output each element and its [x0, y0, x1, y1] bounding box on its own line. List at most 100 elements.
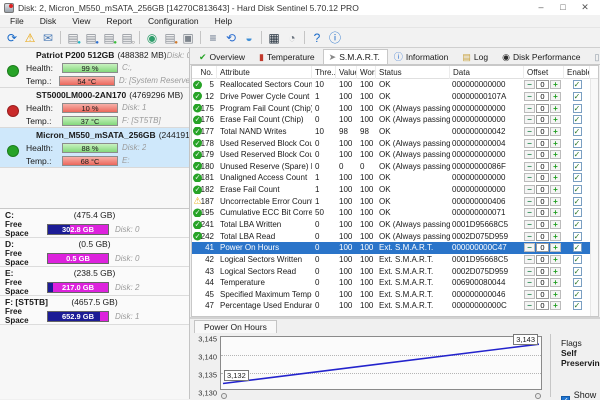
enable-checkbox[interactable] — [572, 115, 582, 125]
report-list-icon[interactable]: ≡ — [204, 29, 222, 46]
offset-decrease-button[interactable]: − — [524, 80, 535, 90]
tab[interactable]: ⓘ Information — [388, 49, 457, 64]
menu-item[interactable]: File — [2, 16, 32, 26]
offset-increase-button[interactable]: + — [550, 126, 561, 136]
enable-checkbox[interactable] — [572, 150, 582, 160]
table-row[interactable]: 180 Unused Reserve (Spare) NAND Bl... 0 … — [192, 160, 598, 172]
table-row[interactable]: 45 Specified Maximum Temperature 0 100 1… — [192, 289, 598, 301]
table-row[interactable]: 12 Drive Power Cycle Count 1 100 100 OK … — [192, 91, 598, 103]
menu-item[interactable]: Configuration — [140, 16, 207, 26]
menu-item[interactable]: Report — [99, 16, 141, 26]
tab[interactable]: ◉ Disk Performance — [496, 49, 588, 64]
minimize-button[interactable]: – — [530, 0, 552, 15]
offset-decrease-button[interactable]: − — [524, 289, 535, 299]
disk-list-item[interactable]: Patriot P200 512GB (488382 MB) Disk: 0 H… — [0, 48, 189, 88]
offset-increase-button[interactable]: + — [550, 115, 561, 125]
offset-increase-button[interactable]: + — [550, 161, 561, 171]
enable-checkbox[interactable] — [572, 80, 582, 90]
enable-checkbox[interactable] — [572, 126, 582, 136]
enable-checkbox[interactable] — [572, 231, 582, 241]
offset-increase-button[interactable]: + — [550, 138, 561, 148]
refresh-icon[interactable]: ⟳ — [3, 29, 21, 46]
offset-decrease-button[interactable]: − — [524, 208, 535, 218]
menu-item[interactable]: Disk — [32, 16, 65, 26]
table-row[interactable]: 5 Reallocated Sectors Count 10 100 100 O… — [192, 79, 598, 91]
table-row[interactable]: 44 Temperature 0 100 100 Ext. S.M.A.R.T.… — [192, 277, 598, 289]
offset-increase-button[interactable]: + — [550, 301, 561, 311]
tab[interactable]: ✔ Overview — [193, 49, 253, 64]
table-row[interactable]: 195 Cumulative ECC Bit Correction C... 5… — [192, 207, 598, 219]
printer-icon[interactable]: ▣ — [179, 29, 197, 46]
tab[interactable]: ▮ Temperature — [253, 49, 323, 64]
enable-checkbox[interactable] — [572, 278, 582, 288]
table-row[interactable]: 178 Used Reserved Block Count (Chip) 0 1… — [192, 137, 598, 149]
offset-decrease-button[interactable]: − — [524, 115, 535, 125]
disk-list-item[interactable]: Micron_M550_mSATA_256GB (244191 MB) Heal… — [0, 128, 189, 168]
table-row[interactable]: 181 Unaligned Access Count 1 100 100 OK … — [192, 172, 598, 184]
offset-increase-button[interactable]: + — [550, 173, 561, 183]
table-row[interactable]: 187 Uncorrectable Error Count 1 100 100 … — [192, 195, 598, 207]
table-row[interactable]: 42 Logical Sectors Written 0 100 100 Ext… — [192, 254, 598, 266]
message-test-icon[interactable]: ✉ — [39, 29, 57, 46]
table-row[interactable]: 242 Total LBA Read 0 100 100 OK (Always … — [192, 230, 598, 242]
network-share-icon[interactable]: ◒ — [240, 29, 258, 46]
offset-increase-button[interactable]: + — [550, 243, 561, 253]
menu-item[interactable]: Help — [207, 16, 240, 26]
offset-decrease-button[interactable]: − — [524, 126, 535, 136]
offset-increase-button[interactable]: + — [550, 196, 561, 206]
enable-checkbox[interactable] — [572, 301, 582, 311]
table-row[interactable]: 241 Total LBA Written 0 100 100 OK (Alwa… — [192, 219, 598, 231]
enable-checkbox[interactable] — [572, 103, 582, 113]
offset-increase-button[interactable]: + — [550, 208, 561, 218]
enable-checkbox[interactable] — [572, 254, 582, 264]
tab[interactable]: ▤ Log — [456, 49, 496, 64]
offset-decrease-button[interactable]: − — [524, 150, 535, 160]
disk-remote-icon[interactable]: ▤ ● — [161, 29, 179, 47]
enable-checkbox[interactable] — [572, 91, 582, 101]
enable-checkbox[interactable] — [572, 208, 582, 218]
world-icon[interactable]: ◉ — [143, 29, 161, 46]
offset-decrease-button[interactable]: − — [524, 196, 535, 206]
offset-decrease-button[interactable]: − — [524, 103, 535, 113]
enable-checkbox[interactable] — [572, 196, 582, 206]
partition-item[interactable]: D: (0.5 GB) Free Space 0.5 GB Disk: 0 — [0, 238, 189, 267]
offset-decrease-button[interactable]: − — [524, 161, 535, 171]
help-icon[interactable]: ? — [308, 29, 326, 46]
offset-decrease-button[interactable]: − — [524, 173, 535, 183]
performance-monitor-icon[interactable]: ▦ — [265, 29, 283, 46]
separator[interactable] — [258, 29, 265, 46]
enable-checkbox[interactable] — [572, 220, 582, 229]
offset-decrease-button[interactable]: − — [524, 301, 535, 311]
offset-increase-button[interactable]: + — [550, 278, 561, 288]
table-row[interactable]: 177 Total NAND Writes 10 98 98 OK 000000… — [192, 126, 598, 138]
enable-checkbox[interactable] — [572, 185, 582, 195]
partition-item[interactable]: C: (475.4 GB) Free Space 302.8 GB Disk: … — [0, 209, 189, 238]
disk-extended-test-icon[interactable]: ▤ ● — [82, 29, 100, 47]
offset-increase-button[interactable]: + — [550, 254, 561, 264]
offset-decrease-button[interactable]: − — [524, 220, 535, 229]
close-button[interactable]: ✕ — [574, 0, 596, 15]
enable-checkbox[interactable] — [572, 173, 582, 183]
disk-search-icon[interactable]: ▤ ○ — [118, 29, 136, 47]
table-row[interactable]: 182 Erase Fail Count 1 100 100 OK 000000… — [192, 184, 598, 196]
partition-item[interactable]: F: [ST5TB] (4657.5 GB) Free Space 652.9 … — [0, 296, 189, 325]
separator[interactable] — [136, 29, 143, 46]
offset-increase-button[interactable]: + — [550, 231, 561, 241]
offset-increase-button[interactable]: + — [550, 150, 561, 160]
ack-warning-icon[interactable]: ⚠ — [21, 29, 39, 46]
offset-decrease-button[interactable]: − — [524, 278, 535, 288]
separator[interactable] — [57, 29, 64, 46]
offset-increase-button[interactable]: + — [550, 103, 561, 113]
table-row[interactable]: 179 Used Reserved Block Count (Total) 0 … — [192, 149, 598, 161]
table-row[interactable]: 176 Erase Fail Count (Chip) 0 100 100 OK… — [192, 114, 598, 126]
offset-decrease-button[interactable]: − — [524, 266, 535, 276]
table-row[interactable]: 175 Program Fail Count (Chip) 0 100 100 … — [192, 102, 598, 114]
offset-increase-button[interactable]: + — [550, 289, 561, 299]
offset-decrease-button[interactable]: − — [524, 138, 535, 148]
offset-decrease-button[interactable]: − — [524, 254, 535, 264]
gauge-icon[interactable]: ◔ — [283, 29, 301, 46]
partition-item[interactable]: E: (238.5 GB) Free Space 217.0 GB Disk: … — [0, 267, 189, 296]
table-scrollbar[interactable] — [590, 79, 598, 316]
disk-list-item[interactable]: ST5000LM000-2AN170 (4769296 MB) Health: … — [0, 88, 189, 128]
offset-increase-button[interactable]: + — [550, 220, 561, 229]
